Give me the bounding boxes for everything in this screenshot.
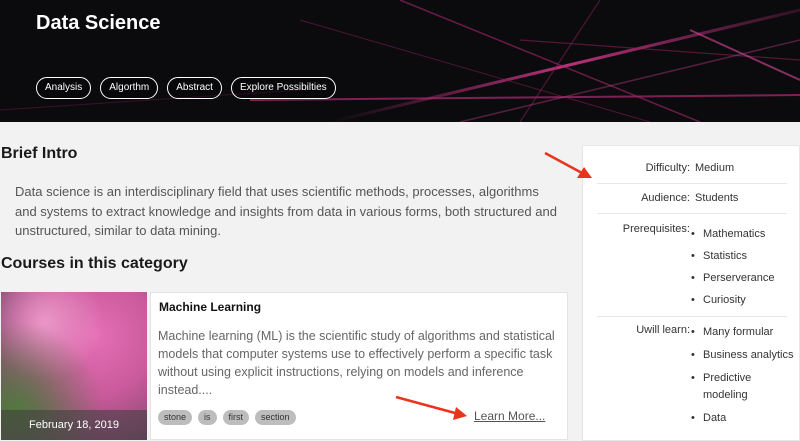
hero-banner: Data Science Analysis Algorthm Abstract …	[0, 0, 800, 122]
prerequisites-label: Prerequisites:	[622, 223, 690, 235]
courses-heading: Courses in this category	[1, 255, 188, 272]
course-tag[interactable]: first	[222, 410, 250, 425]
divider	[597, 183, 787, 184]
tag-abstract[interactable]: Abstract	[167, 77, 222, 99]
course-tag-list: stone is first section	[158, 410, 296, 425]
divider	[597, 316, 787, 317]
tag-analysis[interactable]: Analysis	[36, 77, 92, 99]
learn-list: Many formular Business analytics Predict…	[691, 324, 796, 427]
course-tag[interactable]: is	[198, 410, 217, 425]
course-tag[interactable]: section	[255, 410, 296, 425]
list-item: Mathematics	[691, 223, 775, 245]
list-item: Perserverance	[691, 267, 775, 289]
audience-label: Audience:	[641, 192, 690, 204]
course-title[interactable]: Machine Learning	[159, 300, 261, 314]
list-item: Curiosity	[691, 289, 775, 311]
prerequisites-list: Mathematics Statistics Perserverance Cur…	[691, 223, 775, 311]
divider	[597, 213, 787, 214]
tag-algorithm[interactable]: Algorthm	[100, 77, 159, 99]
list-item: Predictive modeling	[691, 370, 796, 404]
course-tag[interactable]: stone	[158, 410, 193, 425]
tag-explore-possibilities[interactable]: Explore Possibilties	[230, 77, 336, 99]
list-item: Statistics	[691, 245, 775, 267]
audience-value: Students	[695, 192, 739, 204]
hero-tag-list: Analysis Algorthm Abstract Explore Possi…	[36, 77, 336, 99]
learn-label: Uwill learn:	[636, 324, 690, 336]
course-date: February 18, 2019	[1, 410, 147, 440]
course-card-body: Machine Learning Machine learning (ML) i…	[150, 292, 568, 440]
difficulty-label: Difficulty:	[645, 162, 690, 174]
list-item: Many formular	[691, 324, 796, 341]
difficulty-value: Medium	[695, 162, 735, 174]
course-card[interactable]: February 18, 2019 Machine Learning Machi…	[1, 292, 568, 440]
course-thumbnail[interactable]: February 18, 2019	[1, 292, 147, 440]
brief-intro-heading: Brief Intro	[1, 145, 78, 162]
course-description: Machine learning (ML) is the scientific …	[158, 329, 555, 397]
learn-more-link[interactable]: Learn More...	[474, 409, 545, 423]
brief-intro-text: Data science is an interdisciplinary fie…	[15, 184, 557, 238]
page-title: Data Science	[36, 12, 161, 34]
list-item: Business analytics	[691, 347, 796, 364]
course-info-sidebar: Difficulty: Medium Audience: Students Pr…	[582, 145, 800, 441]
list-item: Data	[691, 410, 796, 427]
